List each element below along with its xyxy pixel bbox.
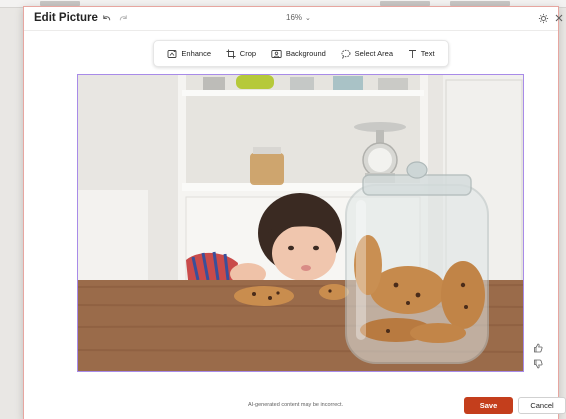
photo-chocolate-chip: [393, 282, 399, 288]
photo-top-jar: [378, 78, 408, 90]
photo-cookie: [234, 286, 294, 306]
dialog-titlebar: Edit Picture 16% ⌄: [24, 7, 563, 31]
photo-top-jar: [290, 77, 314, 90]
zoom-dropdown[interactable]: 16% ⌄: [286, 13, 311, 22]
toolbar-item-label: Crop: [239, 49, 257, 58]
toolbar-text-button[interactable]: Text: [408, 49, 435, 59]
photo-jar-knob: [406, 161, 428, 179]
edit-toolbar: Enhance Crop Background Select Area Text: [153, 40, 449, 67]
dialog-title: Edit Picture: [34, 12, 98, 24]
photo-left-cabinet: [78, 190, 148, 290]
photo-scale-neck: [376, 130, 384, 144]
cancel-button[interactable]: Cancel: [518, 397, 566, 414]
enhance-icon: [167, 49, 177, 59]
photo-shelf-jar-lid: [253, 147, 281, 154]
photo-chocolate-chip: [252, 292, 256, 296]
photo-chocolate-chip: [386, 329, 390, 333]
toolbar-enhance-button[interactable]: Enhance: [167, 49, 211, 59]
photo-top-jar: [203, 77, 225, 90]
thumbs-up-icon[interactable]: [532, 342, 544, 354]
picture-canvas[interactable]: [77, 74, 524, 372]
toolbar-crop-button[interactable]: Crop: [226, 49, 256, 59]
photo-chocolate-chip: [415, 292, 421, 298]
toolbar-background-button[interactable]: Background: [271, 49, 326, 59]
photo-chocolate-chip: [328, 289, 332, 293]
photo-shelf-top: [182, 90, 424, 96]
photo-chocolate-chip: [406, 301, 410, 305]
photo-child-eye: [288, 245, 294, 251]
photo-chocolate-chip: [268, 296, 272, 300]
photo-jar-cookie: [410, 323, 466, 343]
zoom-level: 16%: [286, 13, 303, 22]
undo-icon[interactable]: [99, 11, 113, 25]
photo-child-eye: [313, 245, 319, 251]
photo-chocolate-chip: [460, 282, 466, 288]
select-area-icon: [341, 49, 351, 59]
photo-jar-cookie: [441, 261, 485, 329]
photo-jar-highlight: [356, 200, 366, 340]
thumbs-down-icon[interactable]: [532, 358, 544, 370]
edited-photo: [78, 75, 523, 371]
photo-chocolate-chip: [276, 291, 280, 295]
toolbar-item-label: Background: [285, 49, 326, 58]
close-icon[interactable]: [552, 11, 566, 25]
background-icon: [271, 49, 282, 59]
photo-top-jar: [333, 76, 363, 90]
edit-picture-dialog: Edit Picture 16% ⌄ Enhance Crop Backgrou…: [23, 6, 566, 419]
ai-disclaimer: AI-generated content may be incorrect.: [248, 402, 344, 408]
photo-shelf-jar: [250, 153, 284, 185]
photo-cookie: [319, 284, 349, 300]
toolbar-item-label: Enhance: [181, 49, 211, 58]
photo-chocolate-chip: [464, 305, 468, 309]
photo-scale-face: [368, 148, 392, 172]
redo-icon[interactable]: [116, 11, 130, 25]
toolbar-item-label: Select Area: [354, 49, 393, 58]
photo-green-bowl: [236, 75, 274, 89]
text-icon: [408, 49, 417, 59]
chevron-down-icon: ⌄: [305, 15, 311, 22]
crop-icon: [226, 49, 236, 59]
settings-icon[interactable]: [536, 11, 550, 25]
toolbar-item-label: Text: [420, 49, 435, 58]
photo-child-face: [272, 225, 336, 281]
toolbar-select-area-button[interactable]: Select Area: [341, 49, 393, 59]
photo-child-mouth: [301, 265, 311, 271]
save-button[interactable]: Save: [464, 397, 513, 414]
